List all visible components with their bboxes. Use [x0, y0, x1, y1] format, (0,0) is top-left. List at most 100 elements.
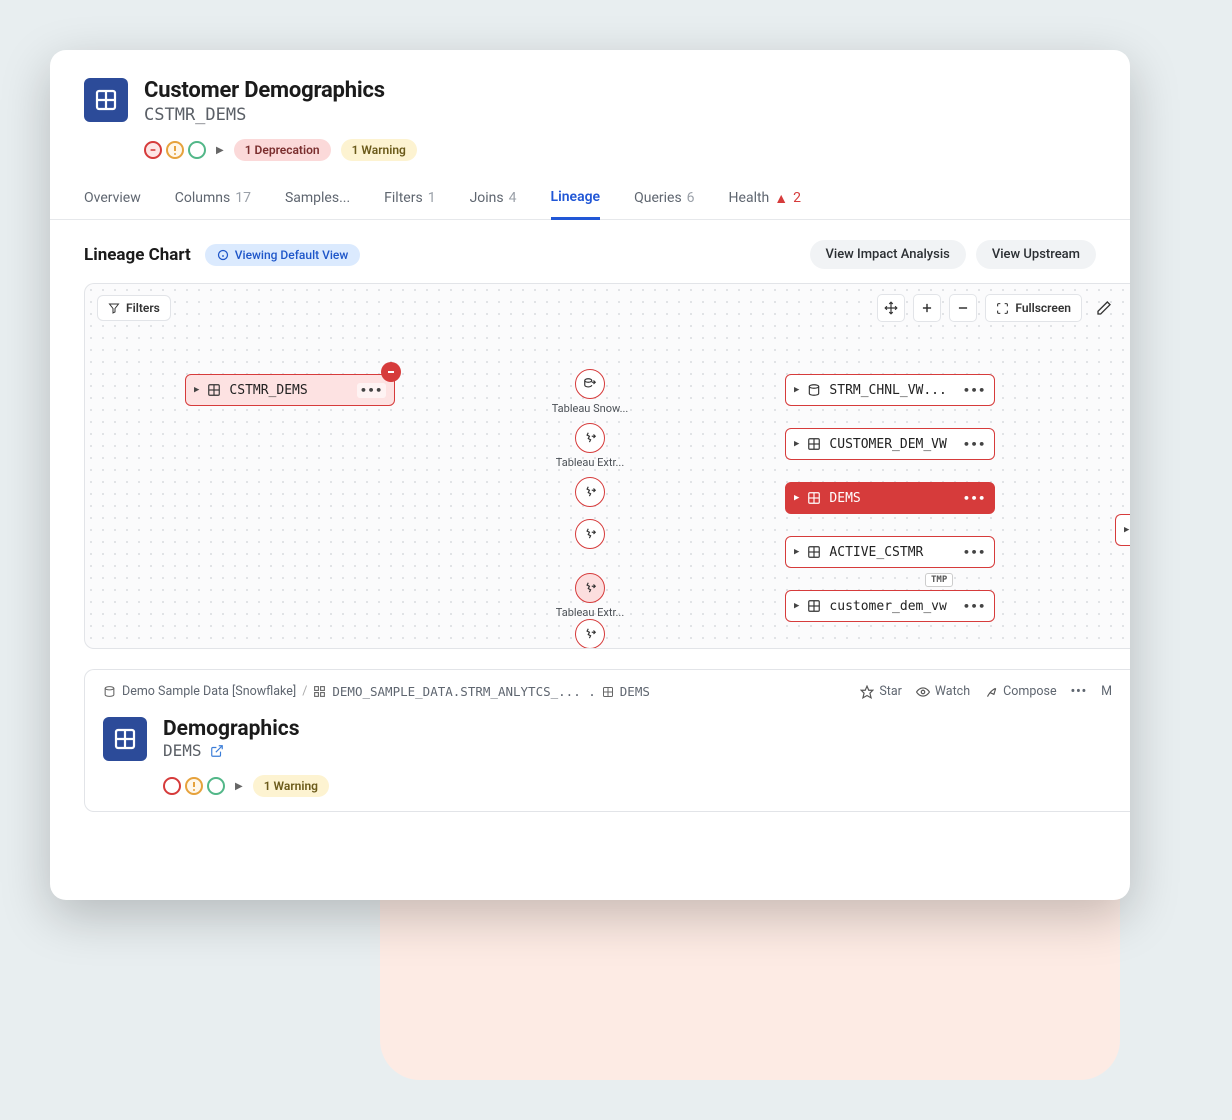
star-button[interactable]: Star: [860, 684, 902, 699]
more-icon[interactable]: •••: [1071, 684, 1087, 699]
view-pill[interactable]: Viewing Default View: [205, 244, 360, 266]
node-target-selected[interactable]: ▶DEMS•••: [785, 482, 995, 514]
filter-icon: [108, 302, 120, 314]
zoom-in-button[interactable]: [913, 294, 941, 322]
tab-filters[interactable]: Filters1: [384, 189, 435, 219]
zoom-out-button[interactable]: [949, 294, 977, 322]
table-icon: [84, 78, 128, 122]
node-connector[interactable]: [575, 369, 605, 399]
node-target-offscreen[interactable]: ▶: [1115, 514, 1130, 546]
more-icon[interactable]: •••: [963, 492, 986, 505]
fullscreen-button[interactable]: Fullscreen: [985, 294, 1082, 322]
tmp-tag: TMP: [925, 573, 953, 587]
node-label: DEMS: [829, 491, 955, 506]
mid-label: Tableau Extr...: [556, 606, 624, 619]
node-target[interactable]: ▶ CUSTOMER_DEM_VW •••: [785, 428, 995, 460]
table-icon: [207, 383, 221, 397]
status-red-icon[interactable]: [163, 777, 181, 795]
node-label: STRM_CHNL_VW...: [829, 383, 955, 398]
crumb-source[interactable]: Demo Sample Data [Snowflake]: [122, 684, 296, 699]
tab-samples[interactable]: Samples...: [285, 189, 350, 219]
tab-count: 17: [235, 190, 251, 206]
watch-button[interactable]: Watch: [916, 684, 970, 699]
extract-icon: [583, 485, 597, 499]
star-icon: [860, 685, 874, 699]
app-card: Customer Demographics CSTMR_DEMS ▶ 1 Dep…: [50, 50, 1130, 900]
warning-pill[interactable]: 1 Warning: [253, 775, 329, 797]
node-label: customer_dem_vw: [829, 599, 955, 614]
filters-label: Filters: [126, 301, 160, 315]
more-icon[interactable]: •••: [963, 438, 986, 451]
chevron-right-icon: ▶: [794, 439, 799, 449]
action-label: Watch: [935, 684, 970, 699]
node-target[interactable]: ▶ STRM_CHNL_VW... •••: [785, 374, 995, 406]
upstream-button[interactable]: View Upstream: [976, 240, 1096, 269]
action-label: Star: [879, 684, 902, 699]
detail-status-row: ▶ 1 Warning: [163, 775, 1112, 797]
extract-icon: [583, 627, 597, 641]
database-icon: [103, 685, 116, 698]
status-amber-icon[interactable]: [166, 141, 184, 159]
node-target[interactable]: ▶customer_dem_vw•••: [785, 590, 995, 622]
detail-code: DEMS: [163, 741, 299, 760]
chevron-right-icon[interactable]: ▶: [235, 781, 243, 792]
extract-icon: [583, 527, 597, 541]
table-icon: [103, 717, 147, 761]
node-connector[interactable]: [575, 619, 605, 649]
edit-button[interactable]: [1090, 294, 1118, 322]
node-connector[interactable]: [575, 423, 605, 453]
tab-joins[interactable]: Joins4: [470, 189, 517, 219]
tab-health[interactable]: Health▲2: [729, 189, 801, 219]
table-icon: [807, 491, 821, 505]
datasource-icon: [583, 377, 597, 391]
tab-lineage[interactable]: Lineage: [551, 189, 601, 220]
node-label: ACTIVE_CSTMR: [829, 545, 955, 560]
tab-label: Health: [729, 190, 770, 206]
status-green-icon[interactable]: [207, 777, 225, 795]
crumb-table[interactable]: DEMS: [620, 684, 650, 699]
node-connector[interactable]: [575, 519, 605, 549]
detail-actions: Star Watch Compose ••• M: [860, 684, 1112, 699]
tab-columns[interactable]: Columns 17: [175, 189, 251, 219]
extract-icon: [583, 431, 597, 445]
table-icon: [807, 599, 821, 613]
more-icon[interactable]: •••: [357, 383, 386, 398]
feather-icon: [984, 685, 998, 699]
more-icon[interactable]: •••: [963, 546, 986, 559]
crumb-path[interactable]: DEMO_SAMPLE_DATA.STRM_ANLYTCS_... .: [332, 684, 595, 699]
status-green-icon[interactable]: [188, 141, 206, 159]
node-source[interactable]: ▶ CSTMR_DEMS •••: [185, 374, 395, 406]
node-label: CUSTOMER_DEM_VW: [829, 437, 955, 452]
table-icon: [807, 545, 821, 559]
more-icon[interactable]: •••: [963, 384, 986, 397]
action-label: Compose: [1003, 684, 1056, 699]
tab-label: Columns: [175, 190, 230, 206]
chevron-right-icon: ▶: [794, 385, 799, 395]
pan-button[interactable]: [877, 294, 905, 322]
canvas-filters-button[interactable]: Filters: [97, 295, 171, 321]
more-icon[interactable]: •••: [963, 600, 986, 613]
warning-pill[interactable]: 1 Warning: [341, 139, 417, 161]
compose-button[interactable]: Compose: [984, 684, 1056, 699]
deprecation-pill[interactable]: 1 Deprecation: [234, 139, 331, 161]
pencil-icon: [1096, 300, 1112, 316]
chevron-right-icon[interactable]: ▶: [216, 145, 224, 156]
section-title: Lineage Chart: [84, 245, 191, 265]
lineage-canvas[interactable]: Filters Fullscreen: [84, 283, 1130, 649]
node-target[interactable]: ▶ACTIVE_CSTMR•••: [785, 536, 995, 568]
minus-icon: [956, 301, 970, 315]
tab-label: Joins: [470, 190, 504, 206]
more-cutoff[interactable]: M: [1101, 684, 1112, 699]
detail-panel: Demo Sample Data [Snowflake] / DEMO_SAMP…: [84, 669, 1130, 812]
tab-queries[interactable]: Queries6: [634, 189, 694, 219]
node-connector[interactable]: [575, 477, 605, 507]
status-red-icon[interactable]: [144, 141, 162, 159]
view-pill-label: Viewing Default View: [235, 248, 348, 262]
impact-button[interactable]: View Impact Analysis: [810, 240, 966, 269]
external-link-icon[interactable]: [210, 744, 224, 758]
node-connector-active[interactable]: [575, 573, 605, 603]
status-amber-icon[interactable]: [185, 777, 203, 795]
tab-count: 1: [428, 190, 436, 206]
tab-overview[interactable]: Overview: [84, 189, 141, 219]
info-icon: [217, 249, 229, 261]
